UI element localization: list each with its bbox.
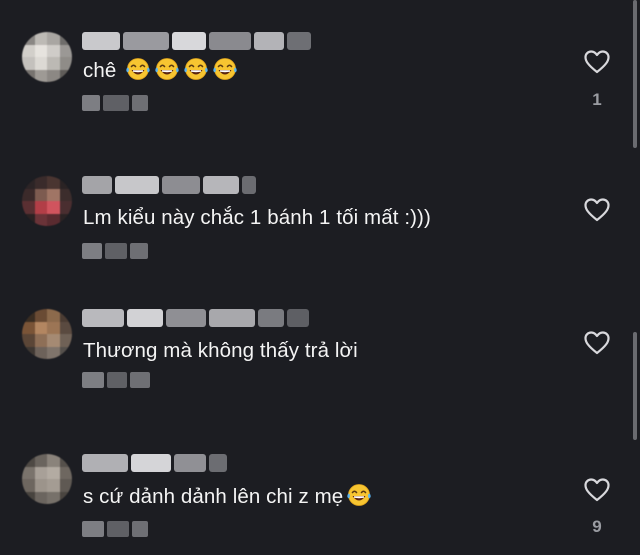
username-redacted[interactable] — [82, 309, 309, 327]
like-count: 9 — [592, 517, 602, 536]
heart-icon[interactable] — [584, 50, 610, 74]
username-redacted[interactable] — [82, 176, 256, 194]
comment-text: chê — [83, 57, 238, 84]
timestamp-redacted — [82, 243, 148, 261]
comment-text: Lm kiểu này chắc 1 bánh 1 tối mất :))) — [83, 206, 431, 229]
timestamp-redacted — [82, 95, 148, 113]
heart-icon[interactable] — [584, 198, 610, 222]
comment-text: Thương mà không thấy trả lời — [83, 339, 358, 362]
scrollbar-thumb-top[interactable] — [633, 0, 637, 148]
timestamp-redacted — [82, 521, 148, 539]
comment-text-content: s cứ dảnh dảnh lên chi z mẹ — [83, 485, 344, 508]
laughing-tears-emoji-icon — [347, 484, 372, 506]
emoji-row — [343, 484, 372, 508]
heart-icon[interactable] — [584, 331, 610, 355]
heart-icon[interactable] — [584, 478, 610, 502]
avatar[interactable] — [22, 309, 72, 359]
laughing-tears-emoji-icon — [126, 58, 151, 80]
timestamp-redacted — [82, 372, 150, 390]
comment-text-content: chê — [83, 59, 117, 82]
avatar[interactable] — [22, 32, 72, 82]
emoji-row — [116, 58, 238, 82]
avatar[interactable] — [22, 454, 72, 504]
laughing-tears-emoji-icon — [155, 58, 180, 80]
comment-text: s cứ dảnh dảnh lên chi z mẹ — [83, 483, 372, 510]
avatar[interactable] — [22, 176, 72, 226]
username-redacted[interactable] — [82, 32, 311, 50]
laughing-tears-emoji-icon — [184, 58, 209, 80]
comment-feed[interactable]: chê 1 Lm kiểu này chắc 1 bánh 1 tối mất … — [0, 0, 640, 555]
scrollbar-thumb[interactable] — [633, 332, 637, 440]
like-count: 1 — [592, 90, 602, 109]
laughing-tears-emoji-icon — [213, 58, 238, 80]
username-redacted[interactable] — [82, 454, 227, 472]
